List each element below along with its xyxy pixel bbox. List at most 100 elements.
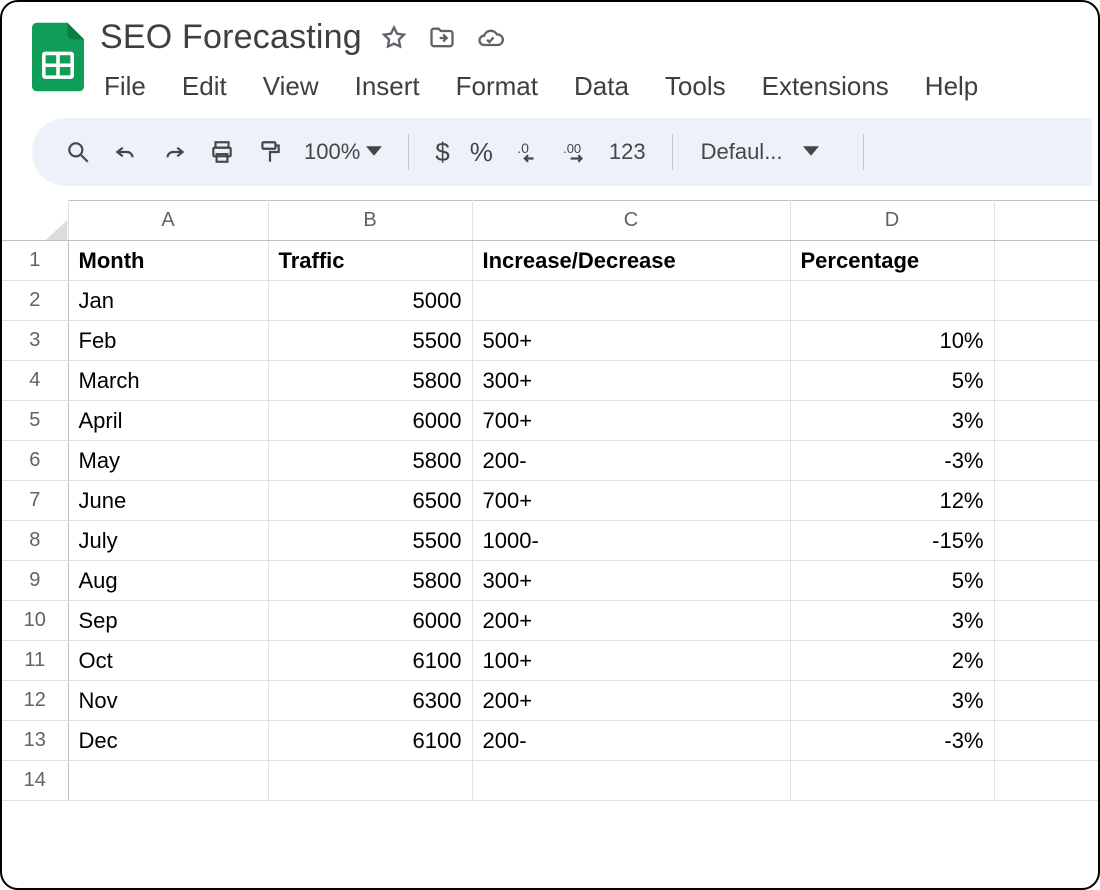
cell[interactable]: Feb bbox=[68, 321, 268, 361]
menu-data[interactable]: Data bbox=[570, 69, 633, 104]
row-header[interactable]: 3 bbox=[2, 321, 68, 361]
paint-format-icon[interactable] bbox=[250, 132, 290, 172]
cell[interactable] bbox=[994, 321, 1098, 361]
menu-help[interactable]: Help bbox=[921, 69, 982, 104]
font-select[interactable]: Defaul... bbox=[693, 139, 843, 165]
cell[interactable] bbox=[790, 761, 994, 801]
cell[interactable]: Month bbox=[68, 241, 268, 281]
cell[interactable]: 700+ bbox=[472, 481, 790, 521]
row-header[interactable]: 5 bbox=[2, 401, 68, 441]
row-header[interactable]: 2 bbox=[2, 281, 68, 321]
cell[interactable] bbox=[994, 601, 1098, 641]
cell[interactable]: 1000- bbox=[472, 521, 790, 561]
cell[interactable]: Nov bbox=[68, 681, 268, 721]
cell[interactable]: 200- bbox=[472, 721, 790, 761]
cell[interactable] bbox=[472, 761, 790, 801]
cell[interactable]: 6000 bbox=[268, 401, 472, 441]
format-percent-button[interactable]: % bbox=[464, 137, 499, 168]
cell[interactable]: Percentage bbox=[790, 241, 994, 281]
row-header[interactable]: 6 bbox=[2, 441, 68, 481]
cell[interactable]: April bbox=[68, 401, 268, 441]
cell[interactable] bbox=[994, 241, 1098, 281]
cell[interactable]: 700+ bbox=[472, 401, 790, 441]
row-header[interactable]: 14 bbox=[2, 761, 68, 801]
cell[interactable]: -3% bbox=[790, 721, 994, 761]
cell[interactable] bbox=[994, 441, 1098, 481]
format-currency-button[interactable]: $ bbox=[429, 137, 455, 168]
cell[interactable]: 3% bbox=[790, 401, 994, 441]
cell[interactable] bbox=[994, 681, 1098, 721]
cell[interactable] bbox=[994, 281, 1098, 321]
cell[interactable] bbox=[994, 401, 1098, 441]
cell[interactable]: July bbox=[68, 521, 268, 561]
cell[interactable]: 5% bbox=[790, 361, 994, 401]
menu-file[interactable]: File bbox=[100, 69, 150, 104]
cell[interactable] bbox=[994, 481, 1098, 521]
cell[interactable] bbox=[472, 281, 790, 321]
row-header[interactable]: 8 bbox=[2, 521, 68, 561]
increase-decimal-icon[interactable]: .00 bbox=[555, 132, 595, 172]
cell[interactable]: 5800 bbox=[268, 441, 472, 481]
cell[interactable]: 6300 bbox=[268, 681, 472, 721]
cell[interactable]: 10% bbox=[790, 321, 994, 361]
cell[interactable] bbox=[994, 721, 1098, 761]
cell[interactable]: 5800 bbox=[268, 561, 472, 601]
cell[interactable]: 5% bbox=[790, 561, 994, 601]
cell[interactable]: June bbox=[68, 481, 268, 521]
cell[interactable] bbox=[68, 761, 268, 801]
cell[interactable]: 6100 bbox=[268, 721, 472, 761]
cell[interactable]: 3% bbox=[790, 681, 994, 721]
more-formats-button[interactable]: 123 bbox=[603, 139, 652, 165]
row-header[interactable]: 4 bbox=[2, 361, 68, 401]
cell[interactable] bbox=[790, 281, 994, 321]
cell[interactable]: 300+ bbox=[472, 561, 790, 601]
cell[interactable]: 500+ bbox=[472, 321, 790, 361]
cell[interactable]: Increase/Decrease bbox=[472, 241, 790, 281]
spreadsheet-grid[interactable]: A B C D 1 Month Traffic Increase/Decreas… bbox=[2, 200, 1098, 801]
undo-icon[interactable] bbox=[106, 132, 146, 172]
select-all-corner[interactable] bbox=[2, 201, 68, 241]
redo-icon[interactable] bbox=[154, 132, 194, 172]
col-header-C[interactable]: C bbox=[472, 201, 790, 241]
star-icon[interactable] bbox=[378, 22, 410, 54]
col-header-E[interactable] bbox=[994, 201, 1098, 241]
cell[interactable]: 5000 bbox=[268, 281, 472, 321]
move-folder-icon[interactable] bbox=[426, 22, 458, 54]
row-header[interactable]: 1 bbox=[2, 241, 68, 281]
print-icon[interactable] bbox=[202, 132, 242, 172]
menu-extensions[interactable]: Extensions bbox=[758, 69, 893, 104]
cell[interactable]: 5800 bbox=[268, 361, 472, 401]
search-icon[interactable] bbox=[58, 132, 98, 172]
cell[interactable]: 200+ bbox=[472, 681, 790, 721]
menu-edit[interactable]: Edit bbox=[178, 69, 231, 104]
cell[interactable]: 200- bbox=[472, 441, 790, 481]
cell[interactable]: 2% bbox=[790, 641, 994, 681]
cell[interactable] bbox=[268, 761, 472, 801]
cell[interactable]: 5500 bbox=[268, 321, 472, 361]
cell[interactable]: Sep bbox=[68, 601, 268, 641]
cell[interactable]: Traffic bbox=[268, 241, 472, 281]
cell[interactable]: 100+ bbox=[472, 641, 790, 681]
row-header[interactable]: 12 bbox=[2, 681, 68, 721]
cell[interactable]: Aug bbox=[68, 561, 268, 601]
cell[interactable]: -3% bbox=[790, 441, 994, 481]
menu-view[interactable]: View bbox=[259, 69, 323, 104]
cell[interactable]: 12% bbox=[790, 481, 994, 521]
cell[interactable]: Jan bbox=[68, 281, 268, 321]
cell[interactable] bbox=[994, 761, 1098, 801]
col-header-B[interactable]: B bbox=[268, 201, 472, 241]
cell[interactable]: 300+ bbox=[472, 361, 790, 401]
cell[interactable]: 5500 bbox=[268, 521, 472, 561]
row-header[interactable]: 9 bbox=[2, 561, 68, 601]
decrease-decimal-icon[interactable]: .0 bbox=[507, 132, 547, 172]
cell[interactable]: 200+ bbox=[472, 601, 790, 641]
cell[interactable]: 6500 bbox=[268, 481, 472, 521]
cell[interactable]: March bbox=[68, 361, 268, 401]
menu-insert[interactable]: Insert bbox=[351, 69, 424, 104]
cell[interactable] bbox=[994, 361, 1098, 401]
cloud-status-icon[interactable] bbox=[474, 22, 506, 54]
cell[interactable] bbox=[994, 641, 1098, 681]
row-header[interactable]: 11 bbox=[2, 641, 68, 681]
cell[interactable]: 6000 bbox=[268, 601, 472, 641]
menu-tools[interactable]: Tools bbox=[661, 69, 730, 104]
